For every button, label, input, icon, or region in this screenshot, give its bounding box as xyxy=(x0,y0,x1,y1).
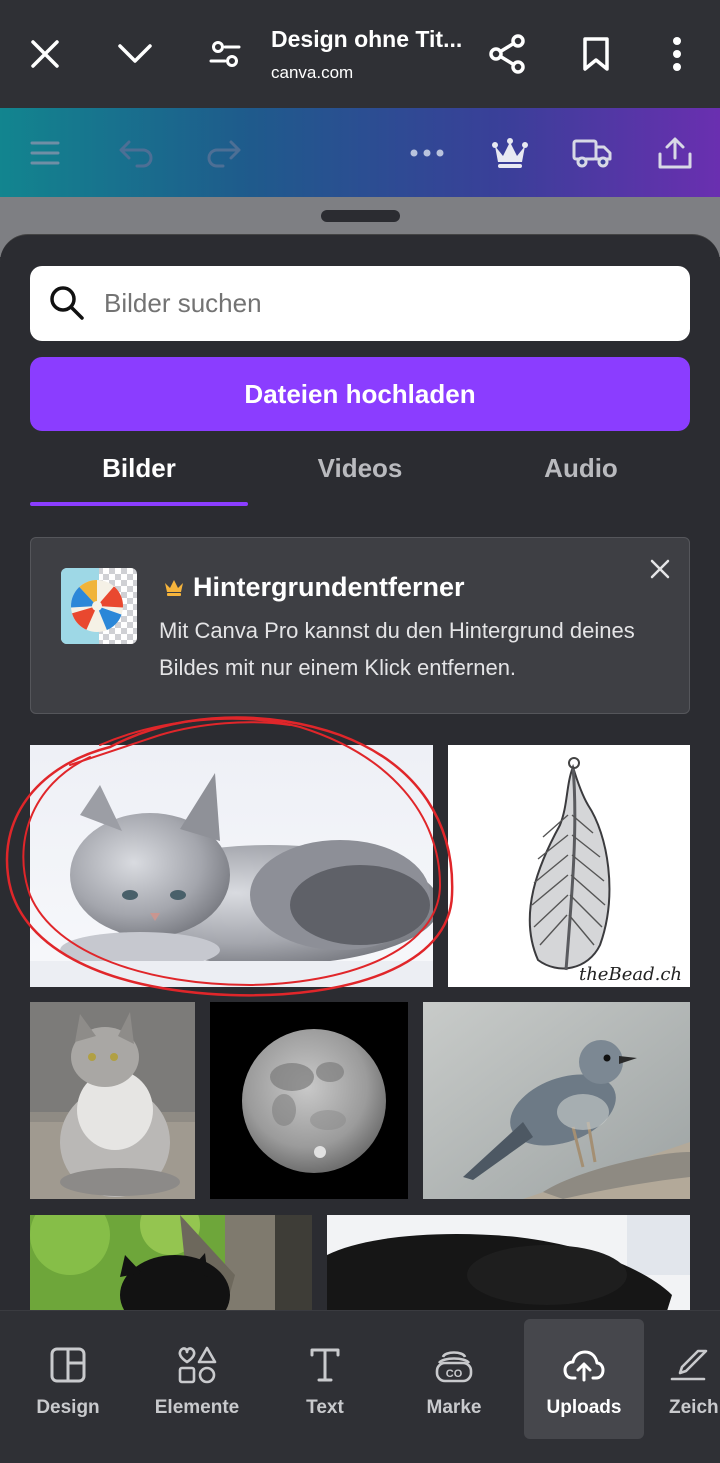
elements-icon xyxy=(177,1345,217,1385)
promo-title: Hintergrundentferner xyxy=(193,572,465,602)
tab-images[interactable]: Bilder xyxy=(30,451,248,503)
close-icon[interactable] xyxy=(645,554,675,584)
crown-icon[interactable] xyxy=(487,130,533,176)
nav-label: Text xyxy=(306,1397,344,1418)
nav-label: Uploads xyxy=(546,1397,622,1418)
nav-design[interactable]: Design xyxy=(8,1319,128,1439)
menu-icon[interactable] xyxy=(22,130,68,176)
feather-pendant-image[interactable]: theBead.ch xyxy=(448,745,690,987)
nav-brand[interactable]: CO Marke xyxy=(394,1319,514,1439)
svg-text:CO: CO xyxy=(446,1368,463,1380)
upload-files-button[interactable]: Dateien hochladen xyxy=(30,357,690,431)
bird-image[interactable] xyxy=(423,1002,690,1199)
black-cat-tree-image[interactable] xyxy=(30,1215,312,1311)
share-icon[interactable] xyxy=(477,24,537,84)
export-icon[interactable] xyxy=(652,130,698,176)
annotation-circle xyxy=(5,716,454,997)
nav-label: Marke xyxy=(426,1397,482,1418)
tab-videos[interactable]: Videos xyxy=(251,451,469,503)
background-remover-promo: Hintergrundentferner Mit Canva Pro kanns… xyxy=(30,537,690,714)
truck-icon[interactable] xyxy=(569,130,615,176)
page-settings-icon[interactable] xyxy=(195,24,255,84)
promo-description: Mit Canva Pro kannst du den Hintergrund … xyxy=(159,618,635,680)
cloud-upload-icon xyxy=(563,1345,605,1385)
nav-text[interactable]: Text xyxy=(265,1319,385,1439)
draw-icon xyxy=(668,1345,708,1385)
black-cat-lying-image[interactable] xyxy=(327,1215,690,1311)
tab-audio[interactable]: Audio xyxy=(472,451,690,503)
active-tab-indicator xyxy=(30,502,248,506)
panel-drag-handle[interactable] xyxy=(321,210,400,222)
nav-label: Elemente xyxy=(154,1397,240,1418)
nav-elements[interactable]: Elemente xyxy=(137,1319,257,1439)
more-vert-icon[interactable] xyxy=(647,24,707,84)
page-title: Design ohne Tit... xyxy=(271,26,463,52)
page-url: canva.com xyxy=(271,63,354,82)
pro-crown-icon xyxy=(163,578,185,596)
close-icon[interactable] xyxy=(15,24,75,84)
more-horiz-icon[interactable] xyxy=(404,130,450,176)
image-watermark: theBead.ch xyxy=(578,964,682,985)
bottom-navigation: Design Elemente Text CO Marke Uploads Ze… xyxy=(0,1310,720,1463)
redo-icon[interactable] xyxy=(201,130,247,176)
bookmark-icon[interactable] xyxy=(566,24,626,84)
moon-image[interactable] xyxy=(210,1002,408,1199)
nav-draw[interactable]: Zeich xyxy=(652,1319,720,1439)
search-icon xyxy=(48,284,86,322)
beach-ball-thumbnail xyxy=(61,568,137,644)
search-input[interactable] xyxy=(104,278,664,328)
undo-icon[interactable] xyxy=(113,130,159,176)
nav-label: Design xyxy=(36,1397,100,1418)
search-box[interactable] xyxy=(30,266,690,341)
cat-sitting-image[interactable] xyxy=(30,1002,195,1199)
browser-toolbar: Design ohne Tit... canva.com xyxy=(0,0,720,108)
brand-icon: CO xyxy=(435,1345,473,1385)
uploads-panel: Dateien hochladen Bilder Videos Audio xyxy=(0,234,720,1314)
chevron-down-icon[interactable] xyxy=(105,24,165,84)
nav-uploads[interactable]: Uploads xyxy=(524,1319,644,1439)
text-icon xyxy=(310,1345,340,1385)
nav-label: Zeich xyxy=(669,1397,719,1418)
editor-toolbar xyxy=(0,108,720,197)
design-icon xyxy=(50,1345,86,1385)
